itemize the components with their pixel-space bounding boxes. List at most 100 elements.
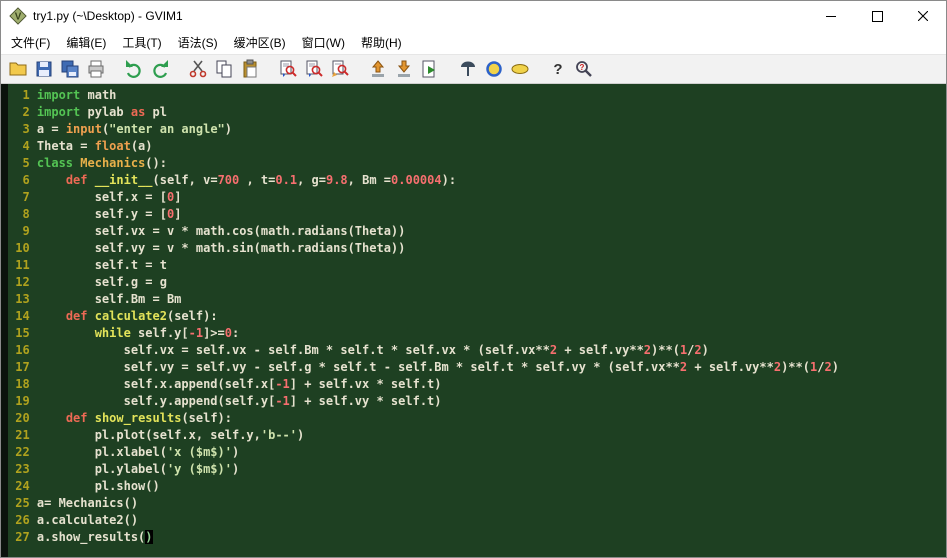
line-number: 6 xyxy=(8,173,37,187)
build-tags-button[interactable] xyxy=(481,57,507,81)
title-bar: V try1.py (~\Desktop) - GVIM1 xyxy=(1,1,946,31)
find-prev-button[interactable] xyxy=(301,57,327,81)
code-line[interactable]: 22 pl.xlabel('x ($m$)') xyxy=(8,444,946,461)
menu-item-syntax[interactable]: 语法(S) xyxy=(170,31,226,54)
line-number: 22 xyxy=(8,445,37,459)
line-number: 16 xyxy=(8,343,37,357)
find-next-icon xyxy=(280,60,297,77)
save-button[interactable] xyxy=(31,57,57,81)
svg-text:?: ? xyxy=(580,63,585,72)
make-icon xyxy=(461,61,475,76)
maximize-icon xyxy=(871,10,883,22)
code-line[interactable]: 14 def calculate2(self): xyxy=(8,308,946,325)
code-line[interactable]: 13 self.Bm = Bm xyxy=(8,291,946,308)
help-icon: ? xyxy=(553,61,562,78)
line-number: 18 xyxy=(8,377,37,391)
open-icon xyxy=(9,62,27,76)
menu-item-help[interactable]: 帮助(H) xyxy=(353,31,410,54)
line-number: 26 xyxy=(8,513,37,527)
load-session-button[interactable] xyxy=(365,57,391,81)
run-script-icon xyxy=(422,60,435,78)
undo-icon xyxy=(126,60,141,78)
jump-to-tag-button[interactable] xyxy=(507,57,533,81)
cut-icon xyxy=(189,60,207,78)
line-number: 15 xyxy=(8,326,37,340)
code-line[interactable]: 10 self.vy = v * math.sin(math.radians(T… xyxy=(8,240,946,257)
toolbar: ?? xyxy=(1,54,946,84)
line-number: 17 xyxy=(8,360,37,374)
line-number: 25 xyxy=(8,496,37,510)
paste-button[interactable] xyxy=(237,57,263,81)
run-script-button[interactable] xyxy=(417,57,443,81)
print-button[interactable] xyxy=(83,57,109,81)
save-session-button[interactable] xyxy=(391,57,417,81)
line-number: 4 xyxy=(8,139,37,153)
find-replace-icon xyxy=(332,60,349,77)
close-button[interactable] xyxy=(900,1,946,31)
code-line[interactable]: 8 self.y = [0] xyxy=(8,206,946,223)
code-line[interactable]: 26 a.calculate2() xyxy=(8,512,946,529)
find-help-button[interactable]: ? xyxy=(571,57,597,81)
line-number: 1 xyxy=(8,88,37,102)
code-line[interactable]: 24 pl.show() xyxy=(8,478,946,495)
code-line[interactable]: 18 self.x.append(self.x[-1] + self.vx * … xyxy=(8,376,946,393)
print-icon xyxy=(88,60,104,78)
find-help-icon: ? xyxy=(576,61,592,77)
code-line[interactable]: 17 self.vy = self.vy - self.g * self.t -… xyxy=(8,359,946,376)
editor[interactable]: 1 import math 2 import pylab as pl 3 a =… xyxy=(1,84,946,557)
code-line[interactable]: 6 def __init__(self, v=700 , t=0.1, g=9.… xyxy=(8,172,946,189)
copy-icon xyxy=(216,60,232,78)
line-number: 21 xyxy=(8,428,37,442)
line-number: 19 xyxy=(8,394,37,408)
code-line[interactable]: 21 pl.plot(self.x, self.y,'b--') xyxy=(8,427,946,444)
build-tags-icon xyxy=(486,61,502,77)
find-replace-button[interactable] xyxy=(327,57,353,81)
find-next-button[interactable] xyxy=(275,57,301,81)
code-line[interactable]: 9 self.vx = v * math.cos(math.radians(Th… xyxy=(8,223,946,240)
minimize-icon xyxy=(826,15,836,17)
line-number: 24 xyxy=(8,479,37,493)
code-line[interactable]: 11 self.t = t xyxy=(8,257,946,274)
copy-button[interactable] xyxy=(211,57,237,81)
code-line[interactable]: 2 import pylab as pl xyxy=(8,104,946,121)
help-button[interactable]: ? xyxy=(545,57,571,81)
code-line[interactable]: 3 a = input("enter an angle") xyxy=(8,121,946,138)
menu-item-window[interactable]: 窗口(W) xyxy=(294,31,353,54)
code-line[interactable]: 12 self.g = g xyxy=(8,274,946,291)
code-line[interactable]: 16 self.vx = self.vx - self.Bm * self.t … xyxy=(8,342,946,359)
fold-column xyxy=(1,84,8,557)
undo-button[interactable] xyxy=(121,57,147,81)
redo-icon xyxy=(153,60,168,78)
open-button[interactable] xyxy=(5,57,31,81)
code-line[interactable]: 19 self.y.append(self.y[-1] + self.vy * … xyxy=(8,393,946,410)
maximize-button[interactable] xyxy=(854,1,900,31)
line-number: 14 xyxy=(8,309,37,323)
menu-item-tools[interactable]: 工具(T) xyxy=(114,31,169,54)
code-line[interactable]: 27 a.show_results() xyxy=(8,529,946,546)
make-button[interactable] xyxy=(455,57,481,81)
code-line[interactable]: 25 a= Mechanics() xyxy=(8,495,946,512)
code-area[interactable]: 1 import math 2 import pylab as pl 3 a =… xyxy=(8,84,946,557)
code-line[interactable]: 1 import math xyxy=(8,87,946,104)
save-session-icon xyxy=(397,60,411,77)
line-number: 8 xyxy=(8,207,37,221)
minimize-button[interactable] xyxy=(808,1,854,31)
code-line[interactable]: 7 self.x = [0] xyxy=(8,189,946,206)
menu-item-file[interactable]: 文件(F) xyxy=(3,31,58,54)
line-number: 10 xyxy=(8,241,37,255)
line-number: 9 xyxy=(8,224,37,238)
menu-item-buffers[interactable]: 缓冲区(B) xyxy=(226,31,294,54)
code-line[interactable]: 15 while self.y[-1]>=0: xyxy=(8,325,946,342)
save-icon xyxy=(36,61,52,77)
redo-button[interactable] xyxy=(147,57,173,81)
code-line[interactable]: 4 Theta = float(a) xyxy=(8,138,946,155)
close-icon xyxy=(918,11,928,21)
menu-item-edit[interactable]: 编辑(E) xyxy=(58,31,114,54)
code-line[interactable]: 5 class Mechanics(): xyxy=(8,155,946,172)
code-line[interactable]: 20 def show_results(self): xyxy=(8,410,946,427)
line-number: 23 xyxy=(8,462,37,476)
save-all-button[interactable] xyxy=(57,57,83,81)
code-line[interactable]: 23 pl.ylabel('y ($m$)') xyxy=(8,461,946,478)
cut-button[interactable] xyxy=(185,57,211,81)
line-number: 2 xyxy=(8,105,37,119)
